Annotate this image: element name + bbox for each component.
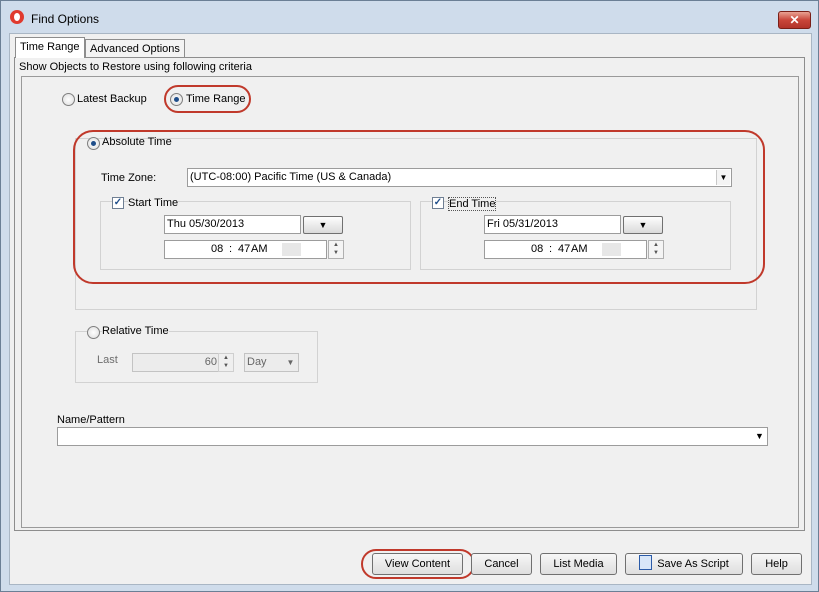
find-options-window: Find Options ✕ Time Range Advanced Optio… — [0, 0, 819, 592]
chevron-down-icon[interactable]: ▼ — [716, 170, 730, 185]
close-button[interactable]: ✕ — [778, 11, 811, 29]
dialog-body: Time Range Advanced Options Show Objects… — [9, 33, 812, 585]
cancel-button[interactable]: Cancel — [471, 553, 532, 575]
start-time-separator: : — [229, 243, 233, 255]
save-as-script-button[interactable]: Save As Script — [625, 553, 743, 575]
time-zone-value: (UTC-08:00) Pacific Time (US & Canada) — [190, 171, 392, 183]
title-bar: Find Options ✕ — [1, 1, 818, 33]
start-time-minute[interactable]: 47 — [238, 241, 250, 258]
chevron-down-icon[interactable]: ▼ — [284, 355, 297, 370]
last-label: Last — [97, 354, 118, 366]
end-time-group — [420, 201, 731, 270]
tab-time-range[interactable]: Time Range — [15, 37, 85, 58]
time-range-radio[interactable] — [170, 93, 183, 106]
start-date-field[interactable]: Thu 05/30/2013 — [164, 215, 301, 234]
last-value-spinner[interactable]: ▲ ▼ — [218, 353, 234, 372]
chevron-down-icon: ▼ — [318, 220, 328, 230]
chevron-down-icon[interactable]: ▼ — [753, 429, 766, 444]
absolute-time-label: Absolute Time — [102, 136, 172, 148]
save-as-script-label: Save As Script — [657, 558, 729, 570]
start-time-group — [100, 201, 411, 270]
start-time-checkbox[interactable]: ✓ — [112, 197, 124, 209]
criteria-label: Show Objects to Restore using following … — [19, 61, 252, 73]
latest-backup-label: Latest Backup — [77, 93, 147, 105]
start-time-ampm[interactable]: AM — [251, 241, 268, 258]
time-selection-highlight — [282, 243, 301, 256]
time-range-label: Time Range — [186, 93, 246, 105]
name-pattern-label: Name/Pattern — [57, 414, 125, 426]
window-title: Find Options — [31, 12, 100, 26]
end-time-spinner[interactable]: ▲ ▼ — [648, 240, 664, 259]
start-time-label: Start Time — [128, 197, 179, 209]
name-pattern-combo[interactable]: ▼ — [57, 427, 768, 446]
relative-time-label: Relative Time — [102, 325, 169, 337]
time-zone-select[interactable]: (UTC-08:00) Pacific Time (US & Canada) ▼ — [187, 168, 732, 187]
end-time-label: End Time — [448, 197, 497, 211]
start-time-hour[interactable]: 08 — [211, 241, 223, 258]
unit-select[interactable]: Day ▼ — [244, 353, 299, 372]
start-time-field[interactable]: 08 : 47 AM — [164, 240, 327, 259]
relative-time-radio[interactable] — [87, 326, 100, 339]
end-time-field[interactable]: 08 : 47 AM — [484, 240, 647, 259]
end-time-checkbox[interactable]: ✓ — [432, 197, 444, 209]
time-zone-label: Time Zone: — [101, 172, 157, 184]
start-date-dropdown-button[interactable]: ▼ — [303, 216, 343, 234]
end-time-ampm[interactable]: AM — [571, 241, 588, 258]
time-selection-highlight — [602, 243, 621, 256]
chevron-down-icon: ▼ — [638, 220, 648, 230]
unit-value: Day — [247, 356, 267, 368]
end-time-minute[interactable]: 47 — [558, 241, 570, 258]
help-button[interactable]: Help — [751, 553, 802, 575]
start-time-spinner[interactable]: ▲ ▼ — [328, 240, 344, 259]
script-icon — [639, 555, 653, 570]
app-logo-icon — [10, 10, 24, 24]
latest-backup-radio[interactable] — [62, 93, 75, 106]
list-media-button[interactable]: List Media — [540, 553, 617, 575]
end-time-separator: : — [549, 243, 553, 255]
end-date-field[interactable]: Fri 05/31/2013 — [484, 215, 621, 234]
view-content-button[interactable]: View Content — [372, 553, 463, 575]
tab-advanced-options[interactable]: Advanced Options — [85, 39, 185, 58]
absolute-time-radio[interactable] — [87, 137, 100, 150]
end-date-dropdown-button[interactable]: ▼ — [623, 216, 663, 234]
last-value-field[interactable]: 60 — [132, 353, 220, 372]
end-time-hour[interactable]: 08 — [531, 241, 543, 258]
